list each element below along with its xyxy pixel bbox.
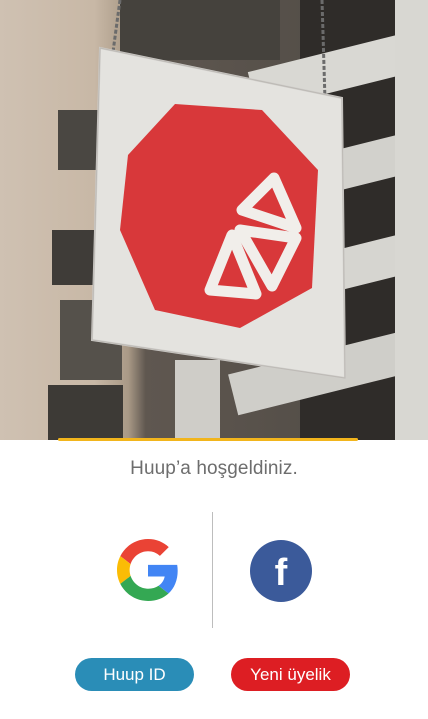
hero-image	[0, 0, 428, 440]
social-login-row: f	[0, 512, 428, 628]
facebook-login-button[interactable]: f	[250, 540, 312, 602]
facebook-f-icon: f	[275, 552, 288, 594]
login-divider	[212, 512, 213, 628]
huup-id-button[interactable]: Huup ID	[75, 658, 194, 691]
stone-block	[48, 385, 123, 440]
welcome-title: Huup’a hoşgeldiniz.	[130, 458, 298, 479]
google-g-icon	[117, 539, 178, 601]
new-membership-button[interactable]: Yeni üyelik	[231, 658, 350, 691]
stone-block	[120, 0, 280, 60]
wood-post	[395, 0, 428, 440]
facebook-letter: f	[275, 552, 288, 594]
google-login-button[interactable]	[117, 539, 179, 601]
accent-line	[58, 438, 358, 441]
wood-post	[175, 360, 220, 440]
chain	[111, 0, 122, 53]
hero-illustration	[48, 0, 428, 440]
